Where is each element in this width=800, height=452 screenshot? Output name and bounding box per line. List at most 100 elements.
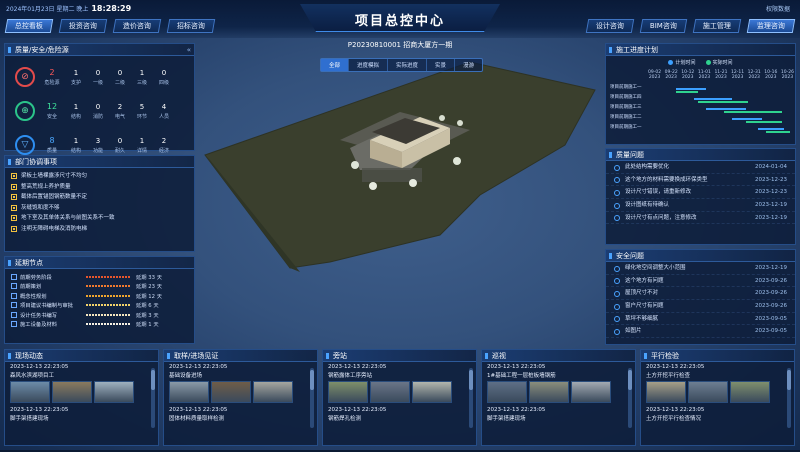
delay-item[interactable]: 项目建议书编制与审批 延期 6 天 bbox=[5, 301, 194, 311]
gantt-task-label: 项目前期施工一 bbox=[610, 125, 642, 130]
photo-thumbnail[interactable] bbox=[529, 381, 569, 403]
delay-bar bbox=[86, 275, 130, 278]
feed-entry[interactable]: 2023-12-13 22:23:05 固体材料质量取样检测 bbox=[164, 405, 317, 424]
tick-year: 2023 bbox=[731, 75, 744, 80]
scrollbar[interactable] bbox=[628, 368, 632, 428]
delay-item[interactable]: 概念性规划 延期 12 天 bbox=[5, 291, 194, 301]
item-text: 注明无障碍电梯及消防电梯 bbox=[21, 225, 88, 232]
collapse-icon[interactable]: « bbox=[187, 44, 191, 56]
delay-item[interactable]: 施工设备及材料 延期 1 天 bbox=[5, 320, 194, 330]
issue-item[interactable]: 这个地方的材料需要换成环保类型 2023-12-23 bbox=[606, 174, 795, 187]
photo-thumbnail[interactable] bbox=[94, 381, 134, 403]
panel-title-text: 质量/安全/危险源 bbox=[15, 46, 69, 54]
tab-investment[interactable]: 投资咨询 bbox=[58, 19, 108, 33]
issue-item[interactable]: 设计尺寸有点问题，注意修改 2023-12-19 bbox=[606, 212, 795, 225]
tab-construction[interactable]: 施工管理 bbox=[692, 19, 742, 33]
entry-time: 2023-12-13 22:23:05 bbox=[646, 364, 705, 370]
issue-item[interactable]: 绿化地空间调整大小范围 2023-12-19 bbox=[606, 262, 795, 275]
panel-title-text: 巡视 bbox=[492, 352, 506, 360]
tab-control-board[interactable]: 总控看板 bbox=[4, 19, 54, 33]
photo-thumbnail[interactable] bbox=[688, 381, 728, 403]
photo-thumbnail[interactable] bbox=[211, 381, 251, 403]
photo-thumbnail[interactable] bbox=[646, 381, 686, 403]
tab-design[interactable]: 设计咨询 bbox=[585, 19, 635, 33]
tick-year: 2023 bbox=[781, 75, 794, 80]
feed-entry[interactable]: 2023-12-13 22:23:05 钢筋露体工序旁站 bbox=[323, 362, 476, 405]
gantt-date-tick: 12-11 2023 bbox=[731, 70, 744, 80]
photo-thumbnail[interactable] bbox=[370, 381, 410, 403]
issue-item[interactable]: 设计图纸有待确认 2023-12-19 bbox=[606, 199, 795, 212]
safety-value: 1 bbox=[139, 68, 145, 77]
photo-thumbnail[interactable] bbox=[571, 381, 611, 403]
photo-thumbnail[interactable] bbox=[253, 381, 293, 403]
delay-item[interactable]: 前期劳务阶段 延期 33 天 bbox=[5, 272, 194, 282]
tab-tender[interactable]: 招标咨询 bbox=[166, 19, 216, 33]
list-item[interactable]: 整高荒规上养护质量 bbox=[11, 182, 188, 193]
issue-date: 2023-12-19 bbox=[755, 202, 787, 209]
safety-cell: 2 经济 bbox=[153, 137, 175, 154]
view-tab-all[interactable]: 全部 bbox=[321, 59, 350, 71]
delay-item[interactable]: 设计任务书编写 延期 3 天 bbox=[5, 310, 194, 320]
delay-item[interactable]: 前期策划 延期 23 天 bbox=[5, 282, 194, 292]
entry-time: 2023-12-13 22:23:05 bbox=[169, 407, 228, 413]
list-item[interactable]: 地下室及其单体关系与前图关系不一致 bbox=[11, 213, 188, 224]
feed-entry[interactable]: 2023-12-13 22:23:05 脚手架搭建现场 bbox=[5, 405, 158, 424]
panel-title: 施工进度计划 bbox=[606, 44, 795, 56]
feed-entry[interactable]: 2023-12-13 22:23:05 森风水滨湖项目工 bbox=[5, 362, 158, 405]
gantt-date-tick: 09-22 2023 bbox=[665, 70, 678, 80]
view-tab-actual[interactable]: 实际进度 bbox=[388, 59, 428, 71]
view-tab-simulation[interactable]: 进度模拟 bbox=[349, 59, 389, 71]
issue-item[interactable]: 设计尺寸错误，请重新修改 2023-12-23 bbox=[606, 186, 795, 200]
view-tab-roam[interactable]: 漫游 bbox=[455, 59, 482, 71]
tab-cost[interactable]: 造价咨询 bbox=[112, 19, 162, 33]
gantt-bar bbox=[766, 131, 790, 133]
issue-item[interactable]: 草坪不够细腻 2023-09-05 bbox=[606, 313, 795, 326]
item-text: 梁板土墙裸露涉尺寸不均匀 bbox=[21, 173, 88, 179]
photo-thumbnail[interactable] bbox=[52, 381, 92, 403]
legend-plan: 计划时间 bbox=[668, 59, 696, 66]
photo-thumbnail[interactable] bbox=[10, 381, 50, 403]
page-title: 项目总控中心 bbox=[354, 14, 445, 29]
item-icon bbox=[11, 183, 17, 190]
view-tab-reality[interactable]: 实景 bbox=[427, 59, 456, 71]
photo-thumbnail[interactable] bbox=[730, 381, 770, 403]
list-item[interactable]: 注明无障碍电梯及消防电梯 bbox=[11, 224, 188, 235]
scrollbar[interactable] bbox=[151, 368, 155, 428]
scrollbar[interactable] bbox=[310, 368, 314, 428]
photo-thumbnail[interactable] bbox=[328, 381, 368, 403]
issue-item[interactable]: 如图片 2023-09-05 bbox=[606, 325, 795, 339]
issue-item[interactable]: 此处结构需要优化 2024-01-04 bbox=[606, 161, 795, 174]
permission-link[interactable]: 权限数据 bbox=[766, 4, 790, 13]
feed-entry[interactable]: 2023-12-13 22:23:05 钢筋焊孔检测 bbox=[323, 405, 476, 424]
gantt-task-label: 项目前期施工二 bbox=[610, 115, 642, 120]
photo-thumbnail[interactable] bbox=[487, 381, 527, 403]
safety-value: 1 bbox=[73, 136, 79, 145]
feed-entry[interactable]: 2023-12-13 22:23:05 土方开挖平行检查 bbox=[641, 362, 794, 405]
issue-item[interactable]: 屋顶尺寸不对 2023-09-26 bbox=[606, 287, 795, 301]
entry-time: 2023-12-13 22:23:05 bbox=[10, 364, 69, 370]
issue-item[interactable]: 这个地方有问题 2023-09-26 bbox=[606, 275, 795, 288]
left-nav: 总控看板 投资咨询 造价咨询 招标咨询 bbox=[4, 19, 216, 33]
issue-icon bbox=[614, 177, 620, 184]
issue-item[interactable]: 窗户尺寸有问题 2023-09-26 bbox=[606, 300, 795, 313]
photo-thumbnail[interactable] bbox=[412, 381, 452, 403]
tab-supervision[interactable]: 监理咨询 bbox=[746, 19, 796, 33]
tab-bim[interactable]: BIM咨询 bbox=[639, 19, 688, 33]
list-item[interactable]: 灰缝饱和度不够 bbox=[11, 203, 188, 214]
safety-label: 详情 bbox=[136, 147, 147, 154]
list-item[interactable]: 梁板土墙裸露涉尺寸不均匀 bbox=[11, 171, 188, 182]
photo-thumbnail[interactable] bbox=[169, 381, 209, 403]
feed-entry[interactable]: 2023-12-13 22:23:05 脚手架搭建现场 bbox=[482, 405, 635, 424]
list-item[interactable]: 截体后置锚固钢筋数量不定 bbox=[11, 192, 188, 203]
feed-entry[interactable]: 2023-12-13 22:23:05 土方开挖平行检查情况 bbox=[641, 405, 794, 424]
feed-entry[interactable]: 2023-12-13 22:23:05 1#基础工程一层桩板墙钢筋 bbox=[482, 362, 635, 405]
scrollbar[interactable] bbox=[787, 368, 791, 428]
safety-label: 电气 bbox=[114, 113, 125, 120]
feed-entry[interactable]: 2023-12-13 22:23:05 基础设备进场 bbox=[164, 362, 317, 405]
safety-row: ⊘ 2 危险源 1 支护 0 一级 0 二级 1 三级 0 四级 bbox=[11, 60, 188, 94]
tick-year: 2023 bbox=[698, 75, 711, 80]
milestone-name: 前期策划 bbox=[20, 284, 42, 291]
safety-cell: 1 详情 bbox=[131, 137, 153, 154]
tab-label: 造价咨询 bbox=[122, 22, 151, 30]
scrollbar[interactable] bbox=[469, 368, 473, 428]
